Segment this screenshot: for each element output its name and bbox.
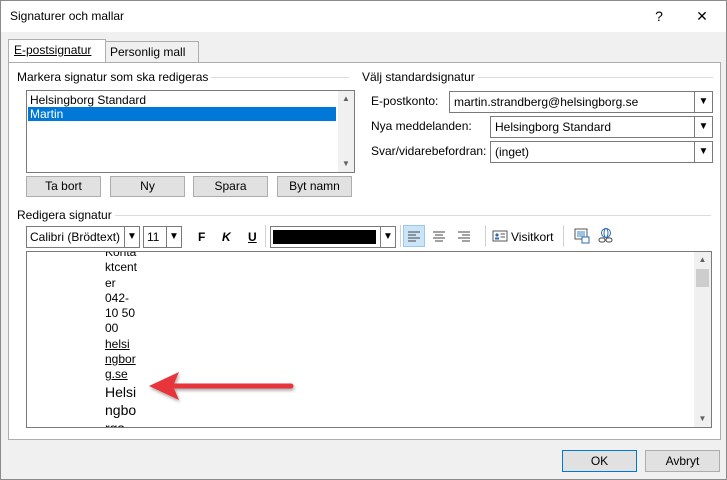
- signature-link[interactable]: helsi: [105, 337, 150, 352]
- list-item-selected[interactable]: Martin: [28, 107, 336, 121]
- toolbar-divider: [563, 225, 564, 247]
- delete-button[interactable]: Ta bort: [26, 176, 101, 197]
- editor-group-label: Redigera signatur: [17, 208, 115, 222]
- signature-list[interactable]: Helsingborg Standard Martin ▲ ▼: [26, 90, 355, 173]
- close-button[interactable]: ✕: [687, 5, 717, 27]
- chevron-down-icon[interactable]: ▼: [124, 227, 139, 247]
- chevron-down-icon[interactable]: ▼: [694, 117, 712, 137]
- help-button[interactable]: ?: [644, 5, 674, 27]
- group-divider: [18, 215, 711, 216]
- new-button[interactable]: Ny: [110, 176, 185, 197]
- scroll-up-icon[interactable]: ▲: [694, 252, 711, 268]
- new-messages-select[interactable]: Helsingborg Standard ▼: [490, 116, 713, 138]
- chevron-down-icon[interactable]: ▼: [694, 142, 712, 162]
- signature-line: 10 50: [105, 306, 136, 321]
- font-name-select[interactable]: Calibri (Brödtext) ▼: [26, 226, 140, 248]
- ok-button[interactable]: OK: [562, 450, 637, 472]
- signature-line: ngbo: [105, 401, 137, 418]
- font-color-swatch: [273, 230, 376, 244]
- account-label: E-postkonto:: [371, 94, 439, 108]
- signature-line: Helsi: [105, 383, 137, 400]
- editor-scrollbar[interactable]: ▲ ▼: [694, 252, 711, 427]
- signature-link[interactable]: g.se: [105, 367, 150, 382]
- chevron-down-icon[interactable]: ▼: [380, 227, 395, 247]
- window-title: Signaturer och mallar: [10, 9, 125, 23]
- tab-email-signature[interactable]: E-postsignatur: [8, 39, 106, 62]
- toolbar-divider: [265, 225, 266, 247]
- scroll-thumb[interactable]: [696, 269, 709, 287]
- insert-picture-icon[interactable]: [573, 227, 591, 248]
- signature-link[interactable]: ngbor: [105, 352, 150, 367]
- business-card-icon: [492, 230, 508, 242]
- signature-line: rgs: [105, 419, 125, 428]
- signature-line: 00: [105, 321, 119, 336]
- tab-label: Personlig mall: [110, 45, 186, 59]
- signature-editor[interactable]: Konta ktcent er 042- 10 50 00 helsi ngbo…: [26, 251, 712, 428]
- scroll-down-icon[interactable]: ▼: [694, 411, 711, 427]
- italic-button[interactable]: K: [222, 230, 231, 244]
- account-select[interactable]: martin.strandberg@helsingborg.se ▼: [449, 91, 713, 113]
- business-card-label: Visitkort: [511, 230, 554, 244]
- scroll-up-icon[interactable]: ▲: [338, 91, 354, 107]
- align-left-icon[interactable]: [403, 225, 425, 247]
- new-messages-value: Helsingborg Standard: [495, 120, 612, 134]
- align-right-icon[interactable]: [453, 225, 475, 247]
- list-scrollbar[interactable]: ▲ ▼: [338, 91, 354, 172]
- account-value: martin.strandberg@helsingborg.se: [454, 95, 639, 109]
- toolbar-divider: [485, 225, 486, 247]
- cancel-button[interactable]: Avbryt: [645, 450, 720, 472]
- hyperlink-icon[interactable]: [597, 227, 615, 248]
- title-bar: Signaturer och mallar ? ✕: [1, 1, 726, 32]
- tab-personal-template[interactable]: Personlig mall: [104, 41, 199, 62]
- format-toolbar: Calibri (Brödtext) ▼ 11 ▼ F K U ▼ Visitk…: [26, 225, 716, 248]
- font-color-select[interactable]: ▼: [270, 226, 396, 248]
- replies-select[interactable]: (inget) ▼: [490, 141, 713, 163]
- save-button[interactable]: Spara: [193, 176, 268, 197]
- bold-button[interactable]: F: [198, 230, 205, 244]
- replies-value: (inget): [495, 145, 530, 159]
- default-group-label: Välj standardsignatur: [362, 70, 478, 84]
- toolbar-divider: [400, 225, 401, 247]
- list-item[interactable]: Helsingborg Standard: [28, 93, 336, 107]
- signature-line: 042-: [105, 290, 130, 305]
- new-messages-label: Nya meddelanden:: [371, 119, 472, 133]
- red-arrow-annotation: [149, 372, 294, 400]
- edit-group-label: Markera signatur som ska redigeras: [17, 70, 212, 84]
- chevron-down-icon[interactable]: ▼: [166, 227, 181, 247]
- signature-line: Konta: [105, 251, 137, 259]
- font-size-select[interactable]: 11 ▼: [143, 226, 182, 248]
- tab-label: E-postsignatur: [14, 43, 92, 57]
- font-size-value: 11: [147, 230, 160, 244]
- replies-label: Svar/vidarebefordran:: [371, 144, 487, 158]
- scroll-down-icon[interactable]: ▼: [338, 156, 354, 172]
- chevron-down-icon[interactable]: ▼: [694, 92, 712, 112]
- align-center-icon[interactable]: [428, 225, 450, 247]
- font-name-value: Calibri (Brödtext): [30, 230, 121, 244]
- signature-line: er: [105, 275, 116, 290]
- rename-button[interactable]: Byt namn: [277, 176, 352, 197]
- signature-panel: Markera signatur som ska redigeras Helsi…: [8, 62, 721, 440]
- dialog-window: Signaturer och mallar ? ✕ E-postsignatur…: [0, 0, 727, 480]
- underline-button[interactable]: U: [248, 230, 257, 244]
- signature-line: ktcent: [105, 260, 138, 275]
- signature-content[interactable]: Konta ktcent er 042- 10 50 00 helsi ngbo…: [105, 251, 150, 428]
